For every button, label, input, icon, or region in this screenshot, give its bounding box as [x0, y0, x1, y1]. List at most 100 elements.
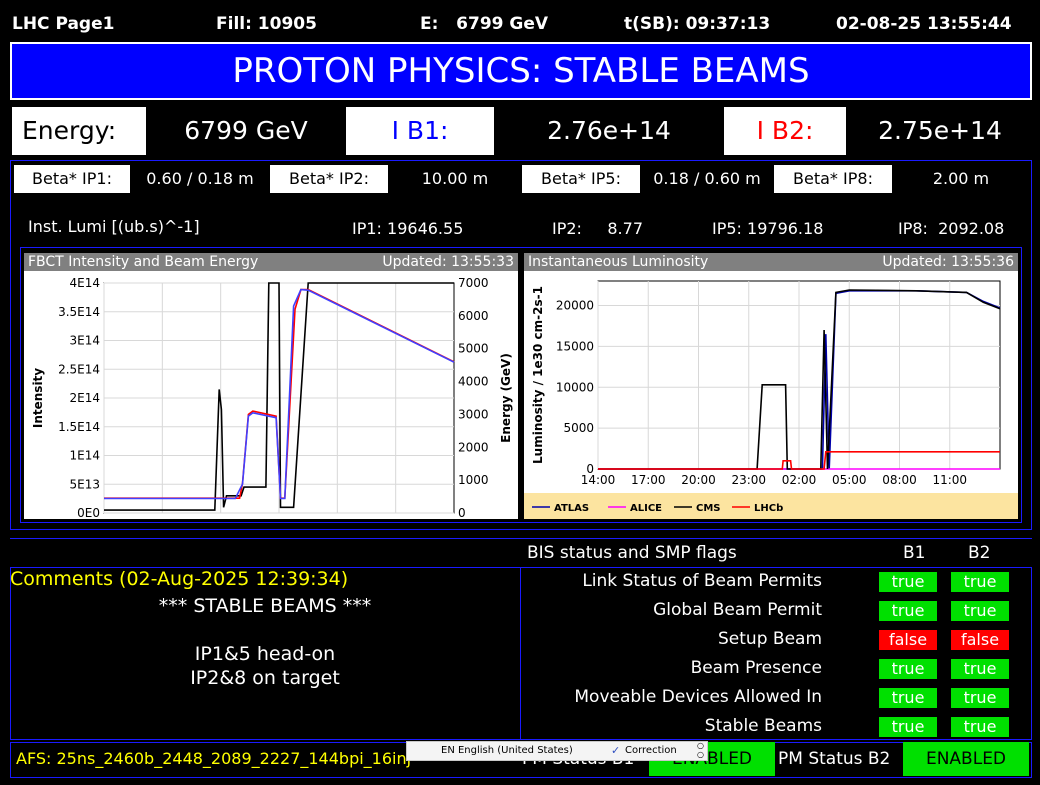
bis-flag-b2: true: [951, 717, 1009, 737]
pm-status-b2-value: ENABLED: [903, 742, 1029, 776]
energy-row: Energy: 6799 GeV I B1: 2.76e+14 I B2: 2.…: [10, 104, 1032, 158]
y-tick-label: 1E14: [70, 449, 101, 463]
ib1-value: 2.76e+14: [496, 107, 722, 155]
y-tick-label: 2E14: [70, 391, 101, 405]
lower-divider: [520, 567, 521, 740]
y-tick-label: 3.5E14: [58, 305, 100, 319]
x-tick-label: 18:00: [145, 517, 180, 519]
y-tick-label: 10000: [556, 380, 594, 394]
language-bar[interactable]: EN English (United States) ✓ Correction …: [406, 741, 708, 761]
bis-flag-b2: true: [951, 601, 1009, 621]
comments-line1: *** STABLE BEAMS ***: [158, 595, 372, 617]
y-axis-label: Intensity: [31, 368, 45, 428]
lumi-title-bar: Instantaneous Luminosity Updated: 13:55:…: [524, 253, 1018, 271]
bis-row-label: Link Status of Beam Permits: [582, 571, 822, 591]
y2-axis-label: Energy (GeV): [499, 353, 513, 443]
y-tick-label: 3E14: [70, 334, 101, 348]
bis-flag-b1: true: [879, 601, 937, 621]
language-indicator[interactable]: EN English (United States): [441, 745, 573, 756]
legend-entry: LHCb: [754, 503, 783, 514]
y2-tick-label: 2000: [458, 440, 489, 454]
bis-flag-b2: true: [951, 572, 1009, 592]
x-tick-label: 22:00: [203, 517, 238, 519]
fbct-title: FBCT Intensity and Beam Energy: [28, 254, 259, 270]
y-tick-label: 2.5E14: [58, 362, 100, 376]
fbct-chart: 14:0018:0022:0002:0006:0010:000E05E131E1…: [31, 276, 513, 531]
y-tick-label: 20000: [556, 299, 594, 313]
comments-header: Comments (02-Aug-2025 12:39:34): [10, 568, 349, 590]
beta-ip1-value: 0.60 / 0.18 m: [132, 165, 268, 193]
ib2-value: 2.75e+14: [848, 107, 1032, 155]
energy-value: 6799 GeV: [148, 107, 344, 155]
y2-tick-label: 0: [458, 506, 466, 519]
ib1-label: I B1:: [346, 107, 494, 155]
datetime: 02-08-25 13:55:44: [836, 14, 1012, 34]
y2-tick-label: 6000: [458, 309, 489, 323]
bis-flag-b1: true: [879, 717, 937, 737]
correction-label[interactable]: Correction: [625, 745, 677, 756]
x-tick-label: 02:00: [262, 517, 297, 519]
x-tick-label: 11:00: [932, 473, 967, 487]
bis-flag-b2: true: [951, 659, 1009, 679]
y2-tick-label: 1000: [458, 473, 489, 487]
correction-icon: ✓: [611, 744, 621, 757]
fbct-panel: FBCT Intensity and Beam Energy Updated: …: [24, 253, 518, 531]
legend-entry: ALICE: [630, 503, 662, 514]
lumi-chart-title: Instantaneous Luminosity: [528, 254, 709, 270]
beta-ip1-label: Beta* IP1:: [14, 165, 130, 193]
beta-ip8-value: 2.00 m: [894, 165, 1028, 193]
language-bar-controls-icon[interactable]: ○ ○: [697, 741, 704, 759]
lumi-chart-panel: Instantaneous Luminosity Updated: 13:55:…: [524, 253, 1018, 519]
y2-tick-label: 4000: [458, 375, 489, 389]
beam-mode-banner: PROTON PHYSICS: STABLE BEAMS: [10, 42, 1032, 100]
bis-row-label: Beam Presence: [690, 658, 822, 678]
energy-label: Energy:: [12, 107, 146, 155]
x-tick-label: 06:00: [320, 517, 355, 519]
y-tick-label: 5000: [563, 421, 594, 435]
bis-flag-b1: true: [879, 659, 937, 679]
divider: [10, 538, 1032, 539]
beta-ip5-value: 0.18 / 0.60 m: [642, 165, 772, 193]
x-tick-label: 20:00: [681, 473, 716, 487]
fbct-title-bar: FBCT Intensity and Beam Energy Updated: …: [24, 253, 518, 271]
x-tick-label: 23:00: [731, 473, 766, 487]
top-bar: LHC Page1 Fill: 10905 E: 6799 GeV t(SB):…: [0, 0, 1040, 40]
fill-number: Fill: 10905: [216, 14, 317, 34]
bis-b1-header: B1: [903, 543, 926, 563]
x-tick-label: 17:00: [631, 473, 666, 487]
bis-row-label: Global Beam Permit: [653, 600, 822, 620]
x-tick-label: 08:00: [882, 473, 917, 487]
beta-ip2-value: 10.00 m: [390, 165, 520, 193]
bis-flag-b1: true: [879, 688, 937, 708]
beam-energy: E: 6799 GeV: [420, 14, 549, 34]
beta-ip8-label: Beta* IP8:: [774, 165, 892, 193]
comments-line2: IP1&5 head-on: [194, 643, 336, 665]
x-tick-label: 05:00: [832, 473, 867, 487]
y2-tick-label: 7000: [458, 276, 489, 290]
y-tick-label: 15000: [556, 339, 594, 353]
bis-title: BIS status and SMP flags: [527, 543, 737, 563]
fbct-updated: Updated: 13:55:33: [382, 254, 514, 270]
y-tick-label: 0E0: [77, 506, 100, 519]
bis-flag-b2: true: [951, 688, 1009, 708]
pm-status-b2-label: PM Status B2: [778, 749, 891, 769]
bis-b2-header: B2: [968, 543, 991, 563]
lumi-ip8: IP8: 2092.08: [898, 219, 1005, 238]
bis-flag-b1: true: [879, 572, 937, 592]
beta-row: Beta* IP1: 0.60 / 0.18 m Beta* IP2: 10.0…: [14, 165, 1028, 195]
lumi-ip2: IP2: 8.77: [552, 219, 643, 238]
afs-filling-scheme: AFS: 25ns_2460b_2448_2089_2227_144bpi_16…: [16, 749, 412, 768]
legend-entry: CMS: [696, 503, 721, 514]
x-tick-label: 10:00: [378, 517, 413, 519]
bis-flag-b2: false: [951, 630, 1009, 650]
ib2-label: I B2:: [724, 107, 846, 155]
bis-row-label: Setup Beam: [718, 629, 822, 649]
lumi-ip5: IP5: 19796.18: [712, 219, 824, 238]
y-tick-label: 1.5E14: [58, 420, 100, 434]
bis-flag-b1: false: [879, 630, 937, 650]
page-name: LHC Page1: [12, 14, 115, 34]
time-stable-beams: t(SB): 09:37:13: [624, 14, 771, 34]
y-tick-label: 4E14: [70, 276, 101, 290]
bis-row-label: Moveable Devices Allowed In: [574, 687, 822, 707]
lumi-ip1: IP1: 19646.55: [352, 219, 464, 238]
